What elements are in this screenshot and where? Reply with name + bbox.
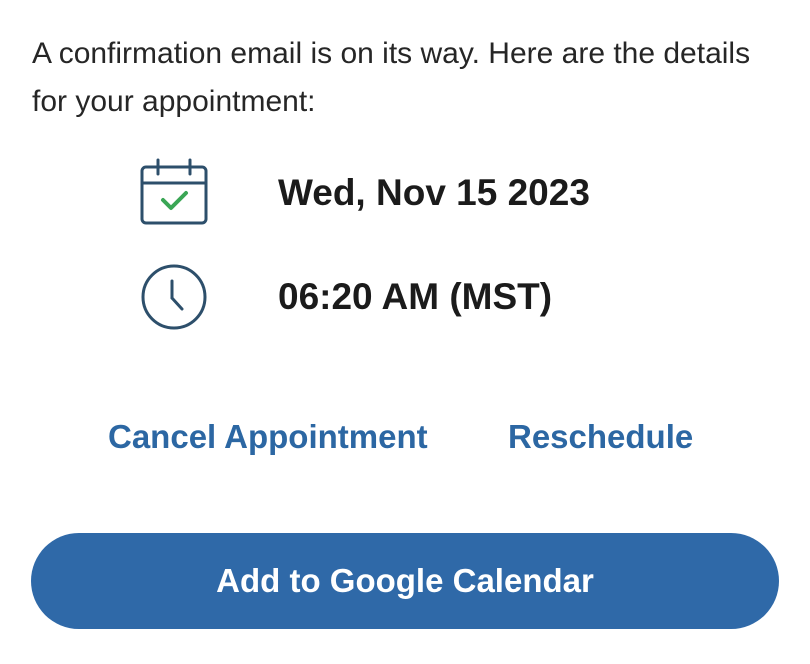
calendar-check-icon [138, 157, 210, 229]
appointment-actions: Cancel Appointment Reschedule [0, 412, 810, 462]
add-to-google-calendar-button[interactable]: Add to Google Calendar [31, 533, 779, 629]
cancel-appointment-link[interactable]: Cancel Appointment [108, 412, 428, 462]
confirmation-message: A confirmation email is on its way. Here… [32, 37, 751, 118]
appointment-date: Wed, Nov 15 2023 [278, 172, 590, 213]
appointment-time: 06:20 AM (MST) [278, 276, 553, 317]
clock-icon [138, 261, 210, 333]
appointment-date-row: Wed, Nov 15 2023 [138, 158, 590, 228]
reschedule-link[interactable]: Reschedule [508, 412, 693, 462]
appointment-time-row: 06:20 AM (MST) [138, 262, 552, 332]
